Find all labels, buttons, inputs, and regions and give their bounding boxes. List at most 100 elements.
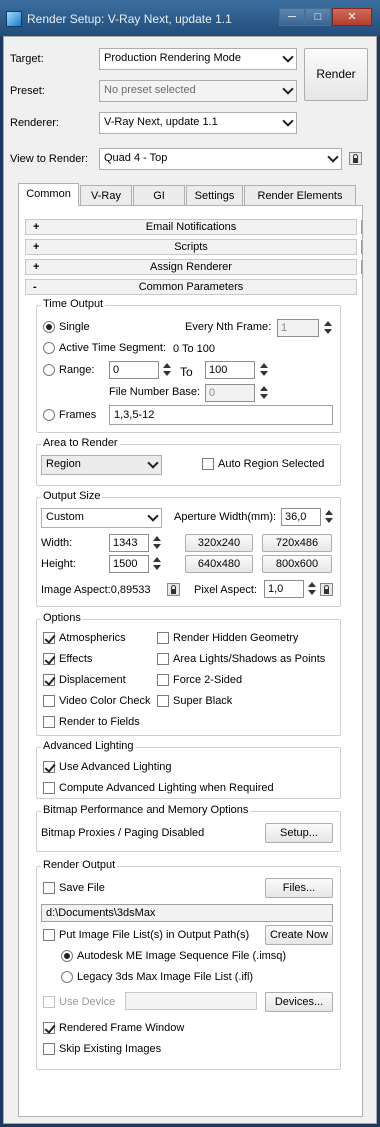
render-output-group: Render Output Save File Files... d:\Docu… [36,859,341,1070]
range-radio[interactable] [43,364,55,376]
compute-advanced-lighting-checkbox[interactable] [43,782,55,794]
collapse-icon: - [33,281,37,293]
force-2-sided-checkbox[interactable] [157,674,169,686]
view-to-render-dropdown[interactable]: Quad 4 - Top [99,148,342,170]
preset-dropdown[interactable]: No preset selected [99,80,297,102]
every-nth-frame-label: Every Nth Frame: [185,321,272,333]
renderer-dropdown[interactable]: V-Ray Next, update 1.1 [99,112,297,134]
expand-icon: + [33,261,40,273]
skip-existing-images-checkbox[interactable] [43,1043,55,1055]
rollout-scripts[interactable]: + Scripts [25,239,357,255]
super-black-checkbox[interactable] [157,695,169,707]
video-color-check-checkbox[interactable] [43,695,55,707]
rollout-edge [359,220,362,234]
rollout-common-parameters[interactable]: - Common Parameters [25,279,357,295]
renderer-label: Renderer: [10,117,59,129]
save-file-label: Save File [59,882,105,894]
preset-640x480-button[interactable]: 640x480 [185,555,253,573]
preset-720x486-button[interactable]: 720x486 [262,534,332,552]
tab-gi[interactable]: GI [133,185,185,206]
displacement-checkbox[interactable] [43,674,55,686]
active-time-segment-radio[interactable] [43,342,55,354]
atmospherics-checkbox[interactable] [43,632,55,644]
minimize-button[interactable]: ─ [279,8,305,26]
preset-800x600-button[interactable]: 800x600 [262,555,332,573]
lock-view-icon[interactable] [349,152,362,165]
width-field[interactable]: 1343 [109,534,149,552]
create-now-button[interactable]: Create Now [265,925,333,945]
use-advanced-lighting-checkbox[interactable] [43,761,55,773]
use-device-checkbox[interactable] [43,996,55,1008]
device-field [125,992,257,1010]
area-lights-label: Area Lights/Shadows as Points [173,653,326,665]
rollout-label: Scripts [174,241,208,253]
target-value: Production Rendering Mode [104,52,241,64]
group-title: Bitmap Performance and Memory Options [41,804,251,816]
render-to-fields-checkbox[interactable] [43,716,55,728]
area-to-render-dropdown[interactable]: Region [41,455,162,475]
range-from-field[interactable]: 0 [109,361,159,379]
dialog-body: Target: Production Rendering Mode Preset… [3,36,377,1124]
preset-320x240-button[interactable]: 320x240 [185,534,253,552]
render-hidden-geometry-label: Render Hidden Geometry [173,632,299,644]
output-size-dropdown[interactable]: Custom [41,508,162,528]
spinner-arrows-icon[interactable] [323,319,333,337]
maximize-button[interactable]: □ [305,8,331,26]
rendered-frame-window-checkbox[interactable] [43,1022,55,1034]
height-field[interactable]: 1500 [109,555,149,573]
pixel-aspect-field[interactable]: 1,0 [264,580,304,598]
render-button[interactable]: Render [304,48,368,101]
tab-vray[interactable]: V-Ray [80,185,132,206]
active-range-text: 0 To 100 [173,343,216,355]
preset-value: No preset selected [104,84,196,96]
save-file-checkbox[interactable] [43,882,55,894]
spinner-arrows-icon[interactable] [152,555,162,573]
frames-radio[interactable] [43,409,55,421]
tab-settings[interactable]: Settings [186,185,243,206]
auto-region-selected-checkbox[interactable] [202,458,214,470]
height-label: Height: [41,558,76,570]
autodesk-me-radio[interactable] [61,950,73,962]
files-button[interactable]: Files... [265,878,333,898]
lock-icon[interactable] [320,583,333,596]
chevron-down-icon [147,457,159,469]
output-size-value: Custom [46,511,84,523]
rollout-label: Assign Renderer [150,261,232,273]
single-radio[interactable] [43,321,55,333]
spinner-arrows-icon[interactable] [162,361,172,379]
file-number-base-field[interactable]: 0 [205,384,255,402]
every-nth-frame-field[interactable]: 1 [277,319,319,337]
view-to-render-label: View to Render: [10,153,89,165]
area-value: Region [46,458,81,470]
spinner-arrows-icon[interactable] [307,580,317,598]
legacy-ifl-radio[interactable] [61,971,73,983]
close-button[interactable]: ✕ [332,8,372,26]
range-to-field[interactable]: 100 [205,361,255,379]
rollout-label: Common Parameters [138,281,244,293]
expand-icon: + [33,241,40,253]
use-device-label: Use Device [59,996,116,1008]
tab-common[interactable]: Common [18,183,79,206]
lock-icon[interactable] [167,583,180,596]
devices-button[interactable]: Devices... [265,992,333,1012]
bitmap-setup-button[interactable]: Setup... [265,823,333,843]
put-image-file-list-checkbox[interactable] [43,929,55,941]
rollout-assign-renderer[interactable]: + Assign Renderer [25,259,357,275]
spinner-arrows-icon[interactable] [259,384,269,402]
spinner-arrows-icon[interactable] [259,361,269,379]
effects-checkbox[interactable] [43,653,55,665]
render-hidden-geometry-checkbox[interactable] [157,632,169,644]
spinner-arrows-icon[interactable] [152,534,162,552]
range-label: Range: [59,364,95,376]
area-lights-checkbox[interactable] [157,653,169,665]
spinner-arrows-icon[interactable] [324,508,334,526]
tab-render-elements[interactable]: Render Elements [244,185,356,206]
image-aspect-text: Image Aspect:0,89533 [41,584,151,596]
frames-field[interactable]: 1,3,5-12 [109,405,333,425]
rollout-email-notifications[interactable]: + Email Notifications [25,219,357,235]
range-to-label: To [180,365,193,379]
target-dropdown[interactable]: Production Rendering Mode [99,48,297,70]
aperture-width-field[interactable]: 36,0 [281,508,321,526]
render-to-fields-label: Render to Fields [59,716,140,728]
output-path-field[interactable]: d:\Documents\3dsMax [41,904,333,922]
